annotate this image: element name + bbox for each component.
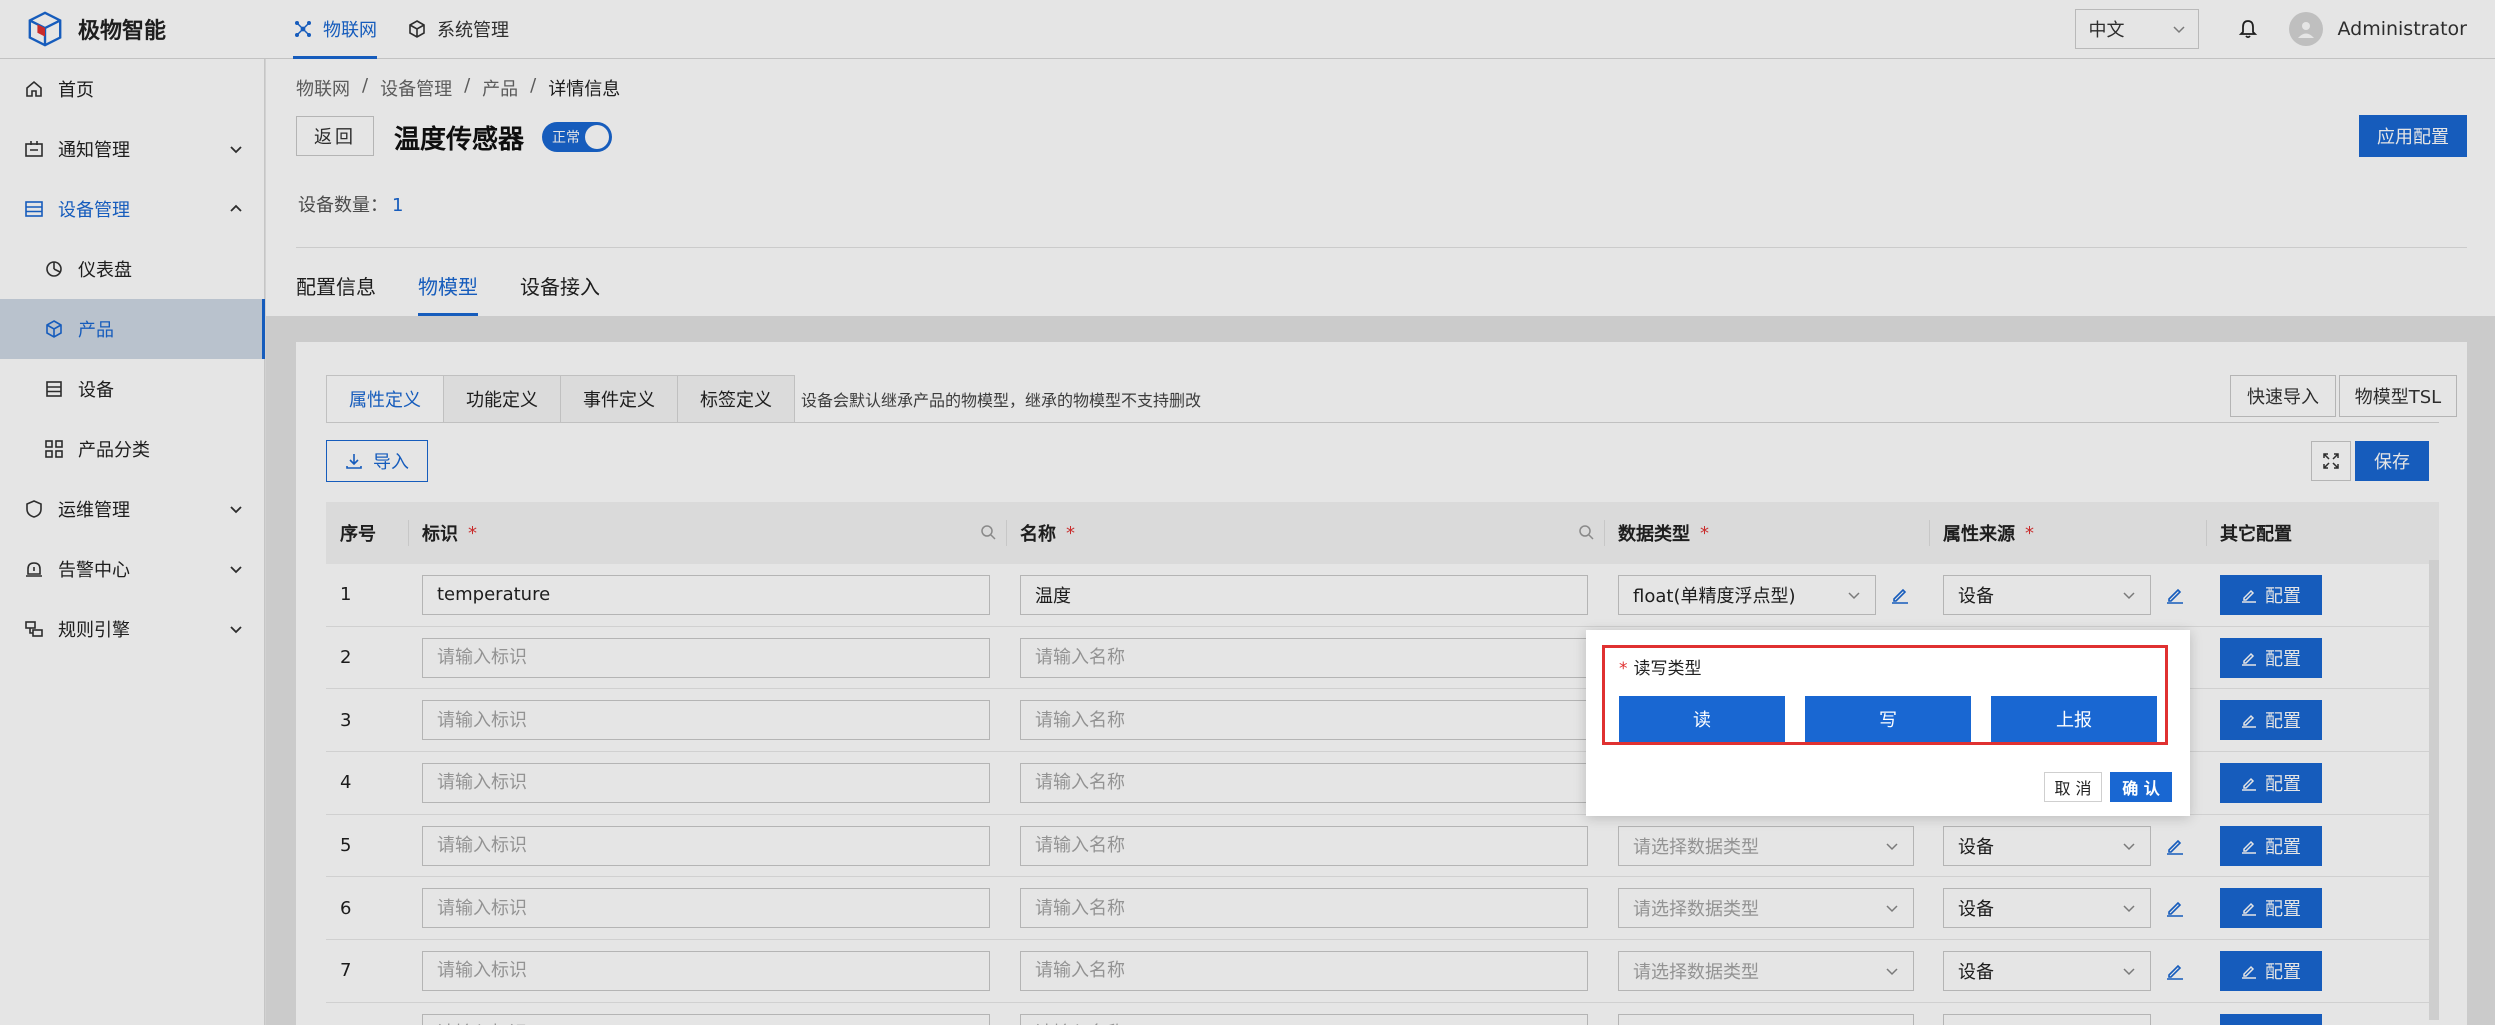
confirm-button[interactable]: 确 认 — [2110, 772, 2172, 802]
required-mark: * — [1619, 659, 1628, 679]
report-option-button[interactable]: 上报 — [1991, 696, 2157, 742]
modal-overlay — [0, 0, 2495, 1025]
rw-type-label: * 读写类型 — [1619, 654, 1702, 679]
read-option-button[interactable]: 读 — [1619, 696, 1785, 742]
rw-type-popover: * 读写类型 读 写 上报 取 消 确 认 — [1586, 630, 2190, 816]
cancel-button[interactable]: 取 消 — [2044, 772, 2102, 802]
rw-type-highlight: * 读写类型 读 写 上报 — [1602, 645, 2168, 745]
rw-type-label-text: 读写类型 — [1633, 659, 1702, 679]
write-option-button[interactable]: 写 — [1805, 696, 1971, 742]
